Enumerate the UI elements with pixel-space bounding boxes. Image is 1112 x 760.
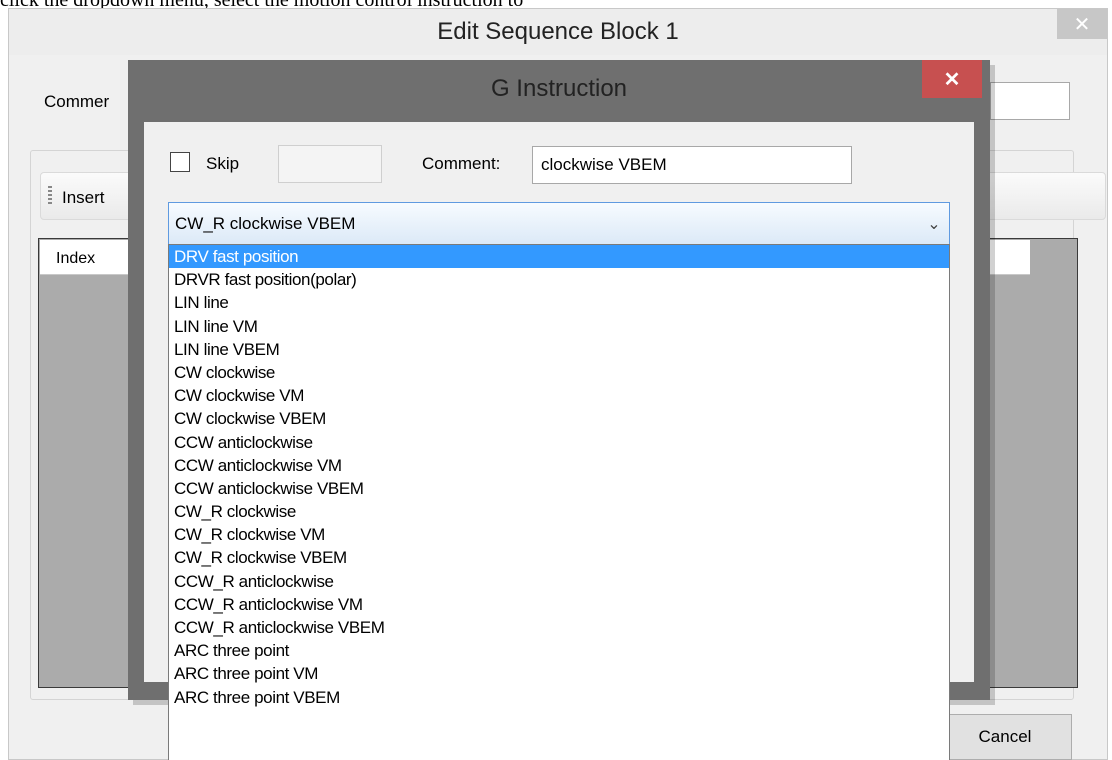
- dropdown-option[interactable]: CCW_R anticlockwise VBEM: [169, 616, 949, 639]
- g-instruction-title: G Instruction: [490, 75, 628, 102]
- dropdown-option[interactable]: CW_R clockwise VM: [169, 523, 949, 546]
- grid-header-index[interactable]: Index: [56, 250, 95, 268]
- instruction-combobox[interactable]: CW_R clockwise VBEM ⌄: [168, 202, 950, 246]
- dropdown-option[interactable]: LIN line: [169, 291, 949, 314]
- instruction-dropdown-list[interactable]: DRV fast position DRVR fast position(pola…: [168, 244, 950, 760]
- dropdown-option[interactable]: DRV fast position: [169, 245, 949, 269]
- chevron-down-icon[interactable]: ⌄: [919, 214, 949, 234]
- comment-label: Comment:: [422, 154, 501, 173]
- outer-comment-input[interactable]: [990, 82, 1070, 120]
- dropdown-option[interactable]: ARC three point: [169, 639, 949, 662]
- dropdown-option[interactable]: CCW anticlockwise VM: [169, 454, 949, 477]
- dropdown-option[interactable]: LIN line VM: [169, 315, 949, 338]
- skip-label: Skip: [206, 154, 240, 173]
- outer-comment-label: Commer: [44, 92, 110, 111]
- toolbar-grip-handle[interactable]: [48, 186, 52, 206]
- skip-value-field[interactable]: [278, 145, 382, 183]
- dropdown-option[interactable]: ARC three point VBEM: [169, 686, 949, 709]
- comment-field[interactable]: clockwise VBEM: [532, 146, 852, 184]
- outer-window-title: Edit Sequence Block 1: [9, 9, 1107, 55]
- skip-checkbox[interactable]: [170, 152, 190, 172]
- toolbar-insert-button[interactable]: Insert: [62, 188, 105, 208]
- dropdown-option[interactable]: CW_R clockwise VBEM: [169, 546, 949, 569]
- g-instruction-close-button[interactable]: ✕: [922, 60, 982, 98]
- dropdown-option[interactable]: DRVR fast position(polar): [169, 268, 949, 291]
- dropdown-option[interactable]: CW clockwise: [169, 361, 949, 384]
- dropdown-option[interactable]: CCW anticlockwise VBEM: [169, 477, 949, 500]
- dropdown-option[interactable]: CCW anticlockwise: [169, 431, 949, 454]
- outer-close-button[interactable]: ✕: [1057, 9, 1107, 39]
- dropdown-option[interactable]: CW clockwise VM: [169, 384, 949, 407]
- dropdown-option[interactable]: CW clockwise VBEM: [169, 407, 949, 430]
- dropdown-option[interactable]: LIN line VBEM: [169, 338, 949, 361]
- dropdown-option[interactable]: CCW_R anticlockwise VM: [169, 593, 949, 616]
- cancel-button[interactable]: Cancel: [938, 714, 1072, 760]
- instruction-combobox-value: CW_R clockwise VBEM: [175, 214, 356, 233]
- dropdown-option[interactable]: CW_R clockwise: [169, 500, 949, 523]
- dropdown-option[interactable]: ARC three point VM: [169, 662, 949, 685]
- dropdown-option[interactable]: CCW_R anticlockwise: [169, 570, 949, 593]
